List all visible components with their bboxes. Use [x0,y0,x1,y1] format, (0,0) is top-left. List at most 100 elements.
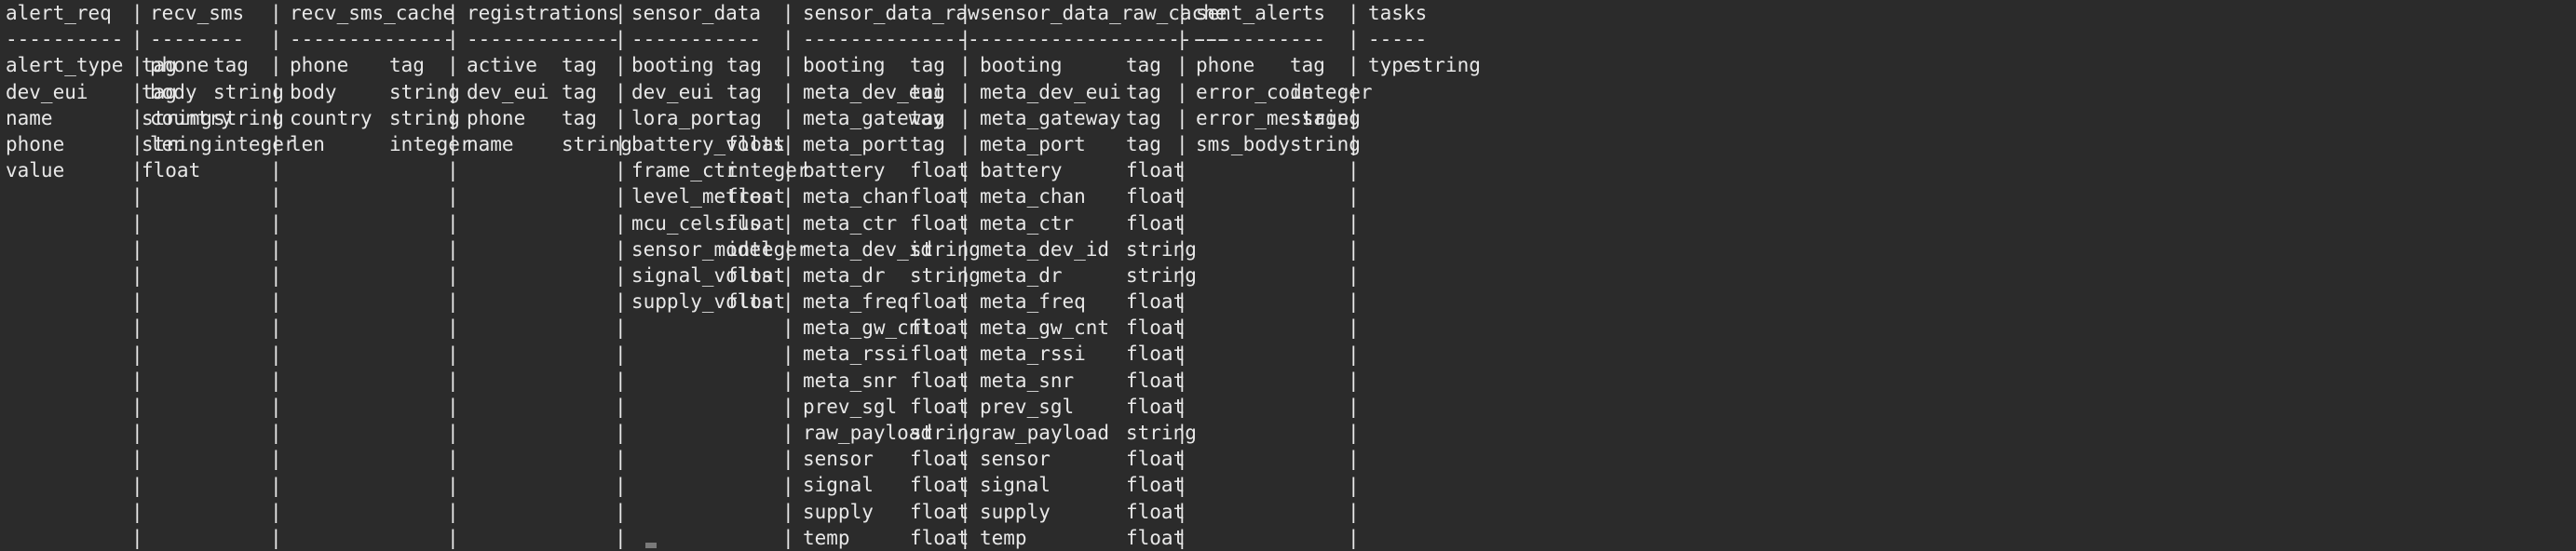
field-key: temp [803,526,850,549]
field-key: prev_sgl [980,395,1075,418]
field-key: name [467,132,514,155]
field-type: tag [1126,106,1161,129]
measurement-underline: -------------- [290,28,455,51]
field-key: meta_ctr [803,211,898,235]
field-type: integer [389,132,472,155]
field-key: dev_eui [631,80,714,103]
field-row: sensor_model integer [631,236,809,262]
field-row: phone tag [290,52,454,78]
field-row: battery float [980,157,1227,183]
field-row: meta_dev_id string [980,236,1227,262]
field-type: tag [910,80,945,103]
field-type: integer [213,132,296,155]
measurement-underline: ----------- [1196,28,1326,51]
field-type: tag [910,54,945,77]
field-row: phone tag [150,52,249,78]
field-key: booting [803,54,886,77]
field-type: tag [726,54,762,77]
field-row: meta_dev_eui tag [803,79,980,105]
field-type: integer [726,237,809,261]
field-key: country [290,106,373,129]
field-key: alert_type [6,54,124,77]
column-separator: | | | | | | | | | | | | | | | | | | | | … [782,2,794,550]
field-row: meta_ctr float [803,210,980,236]
field-row: meta_gw_cnt float [980,315,1227,341]
measurement-name: sensor_data_raw [803,2,980,24]
field-type: integer [726,159,809,182]
field-row: meta_freq float [980,289,1227,315]
measurement-underline: -------- [150,28,245,51]
field-row: phone string [6,131,212,157]
field-key: meta_snr [980,369,1075,392]
measurement-name: sensor_data [631,2,762,24]
field-row: battery_volts float [631,131,785,157]
field-row: battery float [803,157,980,183]
field-type: float [726,290,786,314]
field-type: tag [726,106,762,129]
field-key: sms_body [1196,132,1291,155]
field-row: supply float [980,499,1227,525]
column-separator: | | | | | | | | | | | | | | | | | | | | … [447,2,459,550]
field-row: meta_dr string [803,262,981,289]
field-row: booting tag [980,52,1227,78]
field-row: body string [290,79,460,105]
field-row: supply float [803,499,980,525]
field-row: body string [150,79,284,105]
field-row: meta_gateway tag [803,105,980,131]
field-key: lora_port [631,106,738,129]
field-row: len integer [290,131,472,157]
field-type: tag [1126,132,1161,155]
measurement-name: recv_sms_cache [290,2,455,24]
field-key: len [150,132,185,155]
field-key: meta_dev_eui [980,80,1121,103]
field-key: supply [980,500,1051,523]
field-row: error_code integer [1196,79,1373,105]
field-key: phone [1196,54,1255,77]
field-type: tag [910,132,945,155]
field-key: signal [803,474,874,497]
field-key: value [6,159,65,182]
field-key: meta_gateway [980,106,1121,129]
field-row: alert_type tag [6,52,177,78]
field-type: float [726,211,786,235]
field-key: meta_rssi [803,343,909,366]
column-separator: | | | | | | | | | | | | | | | | | | | | … [1176,2,1188,550]
field-key: len [290,132,325,155]
measurement-underline: ------------- [467,28,620,51]
field-row: level_metres float [631,183,786,209]
field-type: tag [389,54,425,77]
field-key: booting [980,54,1063,77]
field-row: sensor float [803,446,980,472]
measurement-underline: ---------- [6,28,124,51]
field-row: booting tag [631,52,784,78]
field-type: tag [562,80,597,103]
field-key: meta_gw_cnt [980,316,1110,340]
field-row: phone tag [467,105,619,131]
field-type: float [726,185,786,208]
field-row: prev_sgl float [980,394,1227,420]
field-key: meta_dev_id [980,237,1110,261]
field-row: meta_ctr float [980,210,1227,236]
column-separator: | | | | | | | | | | | | | | | | | | | | … [1348,2,1360,550]
measurement-underline: ----------- [631,28,762,51]
field-row: meta_freq float [803,289,980,315]
field-key: raw_payload [980,422,1110,444]
field-row: dev_eui tag [6,79,177,105]
column-separator: | | | | | | | | | | | | | | | | | | | | … [615,2,627,550]
field-row: booting tag [803,52,980,78]
terminal-cursor [645,543,657,548]
field-key: supply [803,500,874,523]
measurement-column: sensor_data_raw --------------- booting tag… [803,0,981,551]
field-key: meta_port [803,132,909,155]
field-type: tag [1126,54,1161,77]
measurement-column: sent_alerts ----------- phone tag error_code… [1196,0,1373,157]
field-key: name [6,106,53,129]
field-key: meta_freq [803,290,909,314]
field-row: dev_eui tag [631,79,784,105]
field-type: tag [562,106,597,129]
field-row: meta_chan float [980,183,1227,209]
measurement-name: sensor_data_raw_cache [980,2,1227,24]
field-row: meta_chan float [803,183,980,209]
field-row: raw_payload string [803,420,981,446]
field-row: country string [150,105,284,131]
